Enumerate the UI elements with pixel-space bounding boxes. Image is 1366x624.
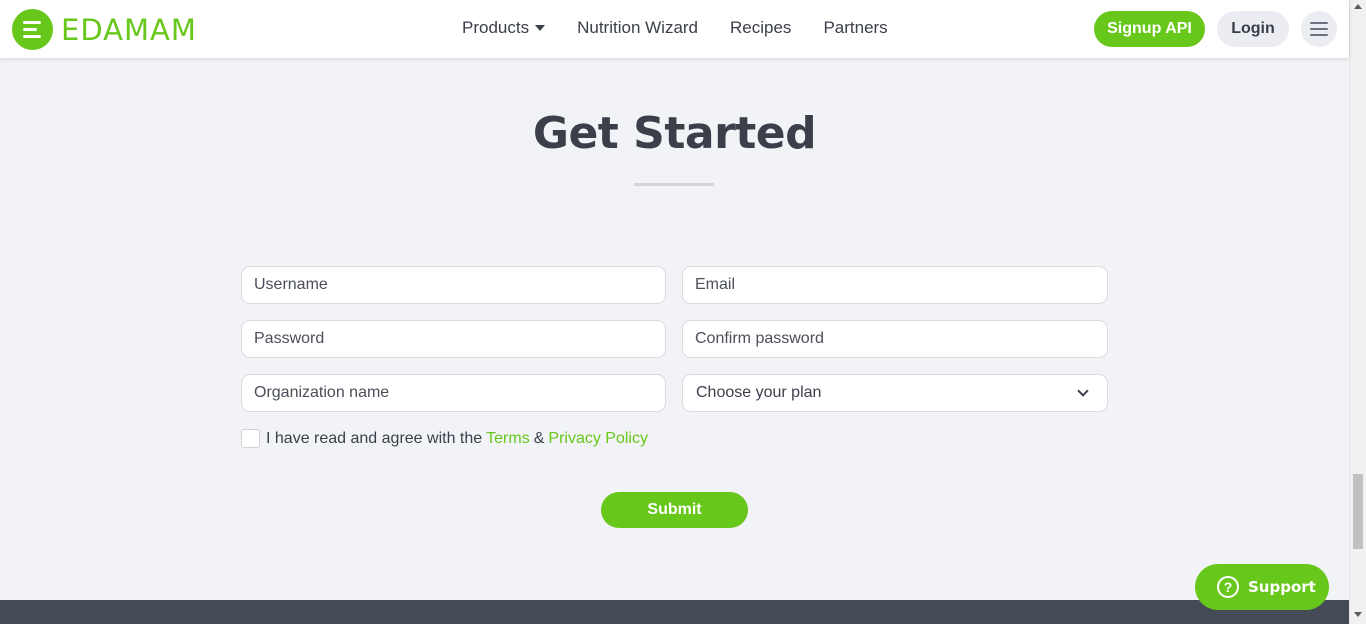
- nav-products[interactable]: Products: [462, 18, 546, 38]
- username-input[interactable]: [241, 266, 666, 304]
- page-footer: [0, 600, 1349, 624]
- caret-down-icon: [535, 25, 546, 31]
- title-divider: [634, 183, 714, 186]
- nav-partners[interactable]: Partners: [823, 18, 887, 38]
- submit-button[interactable]: Submit: [601, 492, 748, 528]
- plan-select[interactable]: Choose your plan: [682, 374, 1108, 412]
- hamburger-menu-button[interactable]: [1301, 11, 1337, 47]
- nav-recipes[interactable]: Recipes: [730, 18, 791, 38]
- agree-text: I have read and agree with the: [266, 429, 483, 447]
- confirm-password-input[interactable]: [682, 320, 1108, 358]
- nav-nutrition-wizard[interactable]: Nutrition Wizard: [577, 18, 698, 38]
- email-input[interactable]: [682, 266, 1108, 304]
- main-nav: Products Nutrition Wizard Recipes Partne…: [462, 18, 920, 38]
- logo-text: EDAMAM: [61, 12, 197, 47]
- logo-icon: [12, 9, 53, 50]
- organization-name-input[interactable]: [241, 374, 666, 412]
- terms-checkbox[interactable]: [241, 429, 260, 448]
- top-navbar: EDAMAM Products Nutrition Wizard Recipes…: [0, 0, 1349, 58]
- terms-link[interactable]: Terms: [486, 430, 530, 448]
- support-button[interactable]: ? Support: [1195, 564, 1329, 610]
- page-title: Get Started: [532, 108, 817, 159]
- login-button[interactable]: Login: [1217, 11, 1289, 47]
- scrollbar-thumb[interactable]: [1353, 474, 1363, 549]
- vertical-scrollbar[interactable]: [1349, 0, 1366, 624]
- password-input[interactable]: [241, 320, 666, 358]
- scroll-down-arrow-icon[interactable]: [1354, 612, 1362, 617]
- privacy-policy-link[interactable]: Privacy Policy: [548, 430, 648, 448]
- scroll-up-arrow-icon[interactable]: [1354, 4, 1362, 9]
- help-circle-icon: ?: [1217, 576, 1239, 598]
- support-label: Support: [1248, 578, 1316, 596]
- plan-select-value: Choose your plan: [696, 384, 822, 401]
- edamam-logo[interactable]: EDAMAM: [12, 9, 197, 50]
- signup-api-button[interactable]: Signup API: [1094, 11, 1205, 47]
- nav-products-label: Products: [462, 18, 530, 37]
- ampersand-text: &: [533, 429, 545, 447]
- chevron-down-icon: [1077, 385, 1089, 397]
- terms-agreement-row: I have read and agree with the Terms & P…: [241, 429, 648, 448]
